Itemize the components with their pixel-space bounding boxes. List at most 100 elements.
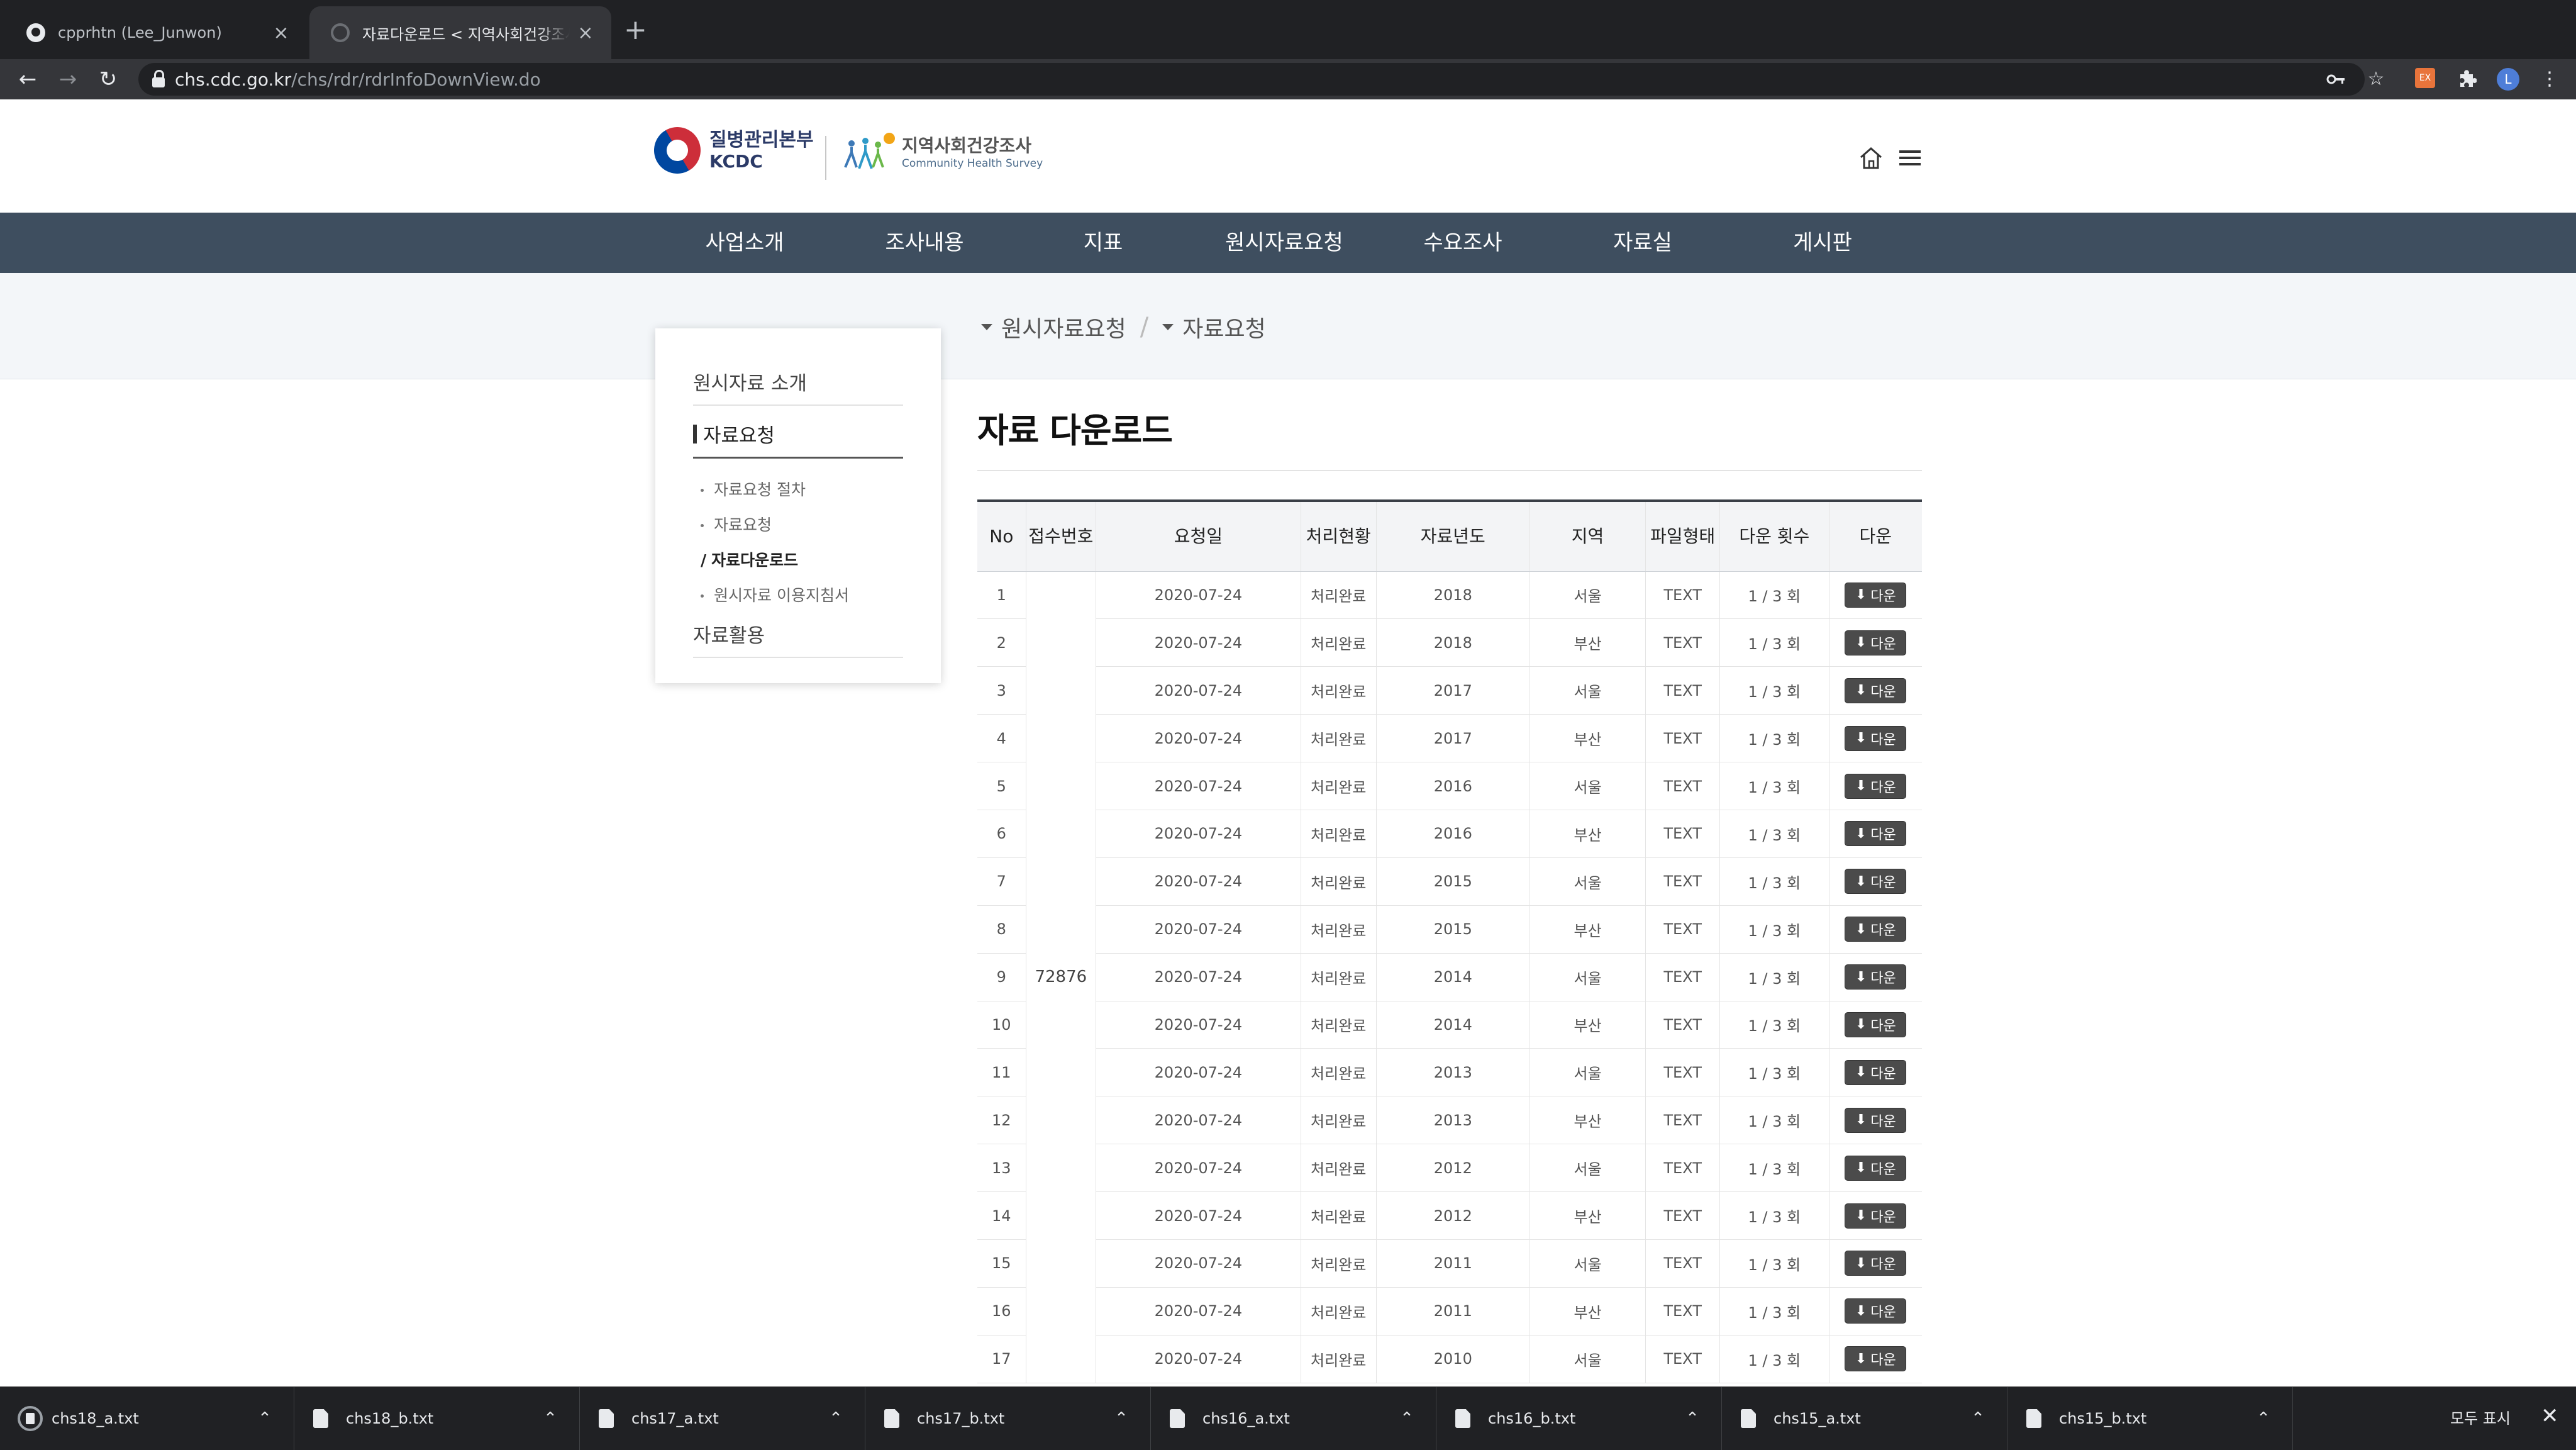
cell-filetype: TEXT: [1645, 857, 1720, 906]
cell-no: 4: [977, 714, 1026, 763]
nav-indicators[interactable]: 지표: [1021, 213, 1185, 273]
download-button[interactable]: ⬇ 다운: [1845, 773, 1907, 799]
download-button[interactable]: ⬇ 다운: [1845, 630, 1907, 655]
new-tab-button[interactable]: +: [624, 15, 647, 45]
download-item[interactable]: chs17_a.txt ⌃: [580, 1387, 865, 1450]
cell-download: ⬇ 다운: [1828, 1191, 1922, 1240]
side-menu-request[interactable]: 자료요청: [693, 508, 903, 543]
cell-status: 처리완료: [1300, 1001, 1377, 1049]
side-menu-data-usage[interactable]: 자료활용: [693, 620, 903, 658]
address-bar[interactable]: chs.cdc.go.kr/chs/rdr/rdrInfoDownView.do: [138, 63, 2365, 96]
cell-download-count: 1 / 3 회: [1719, 1191, 1829, 1240]
reload-icon[interactable]: ↻: [94, 65, 122, 93]
nav-demand-survey[interactable]: 수요조사: [1381, 213, 1545, 273]
cell-year: 2016: [1375, 810, 1530, 858]
close-icon[interactable]: ✕: [2541, 1403, 2559, 1429]
chevron-up-icon[interactable]: ⌃: [823, 1409, 848, 1428]
download-icon: ⬇: [1855, 778, 1867, 794]
hamburger-icon[interactable]: [1897, 145, 1923, 171]
download-button[interactable]: ⬇ 다운: [1845, 678, 1907, 703]
chevron-up-icon[interactable]: ⌃: [2251, 1409, 2276, 1428]
tab-github[interactable]: cpprhtn (Lee_Junwon) ×: [5, 6, 307, 59]
download-item[interactable]: chs17_b.txt ⌃: [865, 1387, 1151, 1450]
dropdown-triangle-icon: [1162, 324, 1174, 330]
chevron-up-icon[interactable]: ⌃: [1680, 1409, 1705, 1428]
download-item[interactable]: chs18_a.txt ⌃: [9, 1387, 294, 1450]
chevron-up-icon[interactable]: ⌃: [1965, 1409, 1990, 1428]
nav-library[interactable]: 자료실: [1561, 213, 1724, 273]
puzzle-icon[interactable]: [2455, 68, 2478, 91]
cell-download: ⬇ 다운: [1828, 1287, 1922, 1336]
cell-filetype: TEXT: [1645, 618, 1720, 667]
download-button-label: 다운: [1870, 1113, 1896, 1130]
cell-filetype: TEXT: [1645, 810, 1720, 858]
bullet-icon: [701, 488, 704, 492]
key-icon[interactable]: [2324, 68, 2347, 91]
kcdc-wordmark: 질병관리본부 KCDC: [709, 129, 814, 172]
side-menu-download[interactable]: / 자료다운로드: [693, 543, 903, 578]
download-button[interactable]: ⬇ 다운: [1845, 917, 1907, 942]
kcdc-logo[interactable]: 질병관리본부 KCDC: [645, 118, 814, 182]
chs-logo[interactable]: 지역사회건강조사 Community Health Survey: [840, 130, 1043, 176]
side-menu-data-request[interactable]: 자료요청: [693, 420, 903, 459]
nav-survey-content[interactable]: 조사내용: [843, 213, 1006, 273]
download-item[interactable]: chs15_a.txt ⌃: [1722, 1387, 2007, 1450]
download-button[interactable]: ⬇ 다운: [1845, 1155, 1907, 1181]
cell-filetype: TEXT: [1645, 571, 1720, 620]
download-button[interactable]: ⬇ 다운: [1845, 1107, 1907, 1133]
extension-icon[interactable]: EX: [2415, 68, 2435, 91]
downloads-shelf: chs18_a.txt ⌃ chs18_b.txt ⌃ chs17_a.txt ⌃ chs1…: [0, 1386, 2576, 1450]
chevron-up-icon[interactable]: ⌃: [252, 1409, 277, 1428]
download-button-label: 다운: [1870, 779, 1896, 796]
download-button[interactable]: ⬇ 다운: [1845, 582, 1907, 608]
download-icon: ⬇: [1855, 1303, 1867, 1319]
chevron-up-icon[interactable]: ⌃: [538, 1409, 563, 1428]
side-menu-raw-data-intro[interactable]: 원시자료 소개: [693, 367, 903, 406]
download-button[interactable]: ⬇ 다운: [1845, 1059, 1907, 1085]
cell-year: 2018: [1375, 618, 1530, 667]
nav-board[interactable]: 게시판: [1741, 213, 1904, 273]
download-button-label: 다운: [1870, 1352, 1896, 1369]
nav-business-intro[interactable]: 사업소개: [663, 213, 826, 273]
cell-download: ⬇ 다운: [1828, 571, 1922, 620]
download-item[interactable]: chs15_b.txt ⌃: [2007, 1387, 2293, 1450]
nav-raw-data-request[interactable]: 원시자료요청: [1202, 213, 1366, 273]
chevron-up-icon[interactable]: ⌃: [1394, 1409, 1419, 1428]
download-item[interactable]: chs16_a.txt ⌃: [1151, 1387, 1436, 1450]
side-menu: 원시자료 소개 자료요청 자료요청 절차 자료요청 / 자료다운로드 원시자료 이…: [655, 328, 941, 683]
cell-date: 2020-07-24: [1096, 1048, 1301, 1097]
profile-avatar[interactable]: L: [2497, 68, 2519, 91]
breadcrumb-item[interactable]: 자료요청: [1182, 311, 1265, 343]
table-row: 9 2020-07-24 처리완료 2014 서울 TEXT 1 / 3 회 ⬇ 다운: [977, 953, 1922, 1001]
download-button[interactable]: ⬇ 다운: [1845, 821, 1907, 847]
chevron-up-icon[interactable]: ⌃: [1109, 1409, 1134, 1428]
forward-icon[interactable]: →: [54, 65, 82, 93]
close-icon[interactable]: ×: [272, 22, 291, 44]
cell-download-count: 1 / 3 회: [1719, 1335, 1829, 1383]
download-item[interactable]: chs18_b.txt ⌃: [294, 1387, 580, 1450]
cell-download: ⬇ 다운: [1828, 1096, 1922, 1145]
download-button[interactable]: ⬇ 다운: [1845, 1251, 1907, 1276]
download-button[interactable]: ⬇ 다운: [1845, 1298, 1907, 1324]
menu-dots-icon[interactable]: ⋮: [2538, 68, 2561, 91]
tab-chs-download[interactable]: 자료다운로드 < 지역사회건강조사 홈페이지 ×: [309, 6, 611, 59]
download-button[interactable]: ⬇ 다운: [1845, 725, 1907, 751]
download-button[interactable]: ⬇ 다운: [1845, 1203, 1907, 1229]
show-all-button[interactable]: 모두 표시: [2439, 1405, 2522, 1432]
file-icon: [1170, 1409, 1185, 1428]
download-button[interactable]: ⬇ 다운: [1845, 1346, 1907, 1372]
breadcrumb-item[interactable]: 원시자료요청: [1001, 311, 1126, 343]
file-icon: [884, 1409, 899, 1428]
download-button[interactable]: ⬇ 다운: [1845, 869, 1907, 895]
download-button[interactable]: ⬇ 다운: [1845, 964, 1907, 990]
side-menu-usage-guide[interactable]: 원시자료 이용지침서: [693, 578, 903, 613]
table-header-row: No 접수번호 요청일 처리현황 자료년도 지역 파일형태 다운 횟수 다운: [977, 499, 1922, 572]
url-text[interactable]: chs.cdc.go.kr/chs/rdr/rdrInfoDownView.do: [175, 69, 541, 90]
download-item[interactable]: chs16_b.txt ⌃: [1436, 1387, 1722, 1450]
star-icon[interactable]: ☆: [2365, 68, 2387, 91]
download-button[interactable]: ⬇ 다운: [1845, 1012, 1907, 1037]
home-icon[interactable]: [1858, 145, 1884, 171]
back-icon[interactable]: ←: [14, 65, 42, 93]
side-menu-request-procedure[interactable]: 자료요청 절차: [693, 472, 903, 508]
close-icon[interactable]: ×: [576, 22, 595, 44]
